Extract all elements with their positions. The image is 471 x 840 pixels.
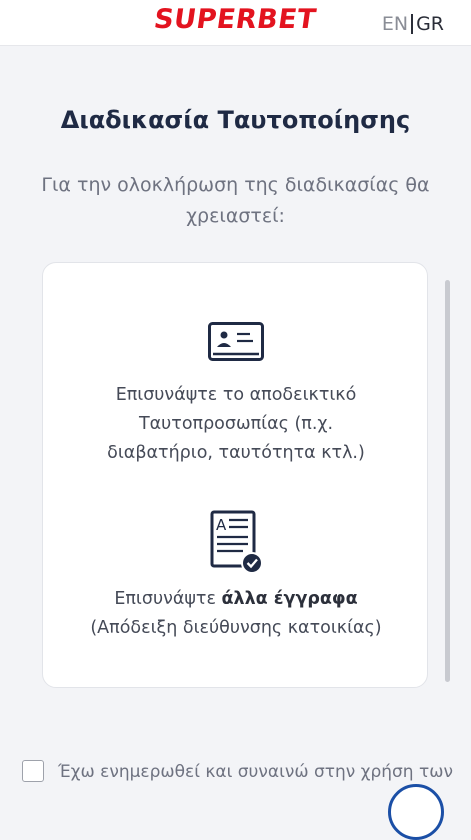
scrollbar[interactable] <box>445 280 450 682</box>
requirements-card: Επισυνάψτε το αποδεικτικό Ταυτοπροσωπίας… <box>42 262 428 688</box>
lang-gr-option[interactable]: GR <box>416 13 444 35</box>
id-card-icon <box>208 322 264 366</box>
language-switcher: EN GR <box>382 13 444 35</box>
lang-separator <box>411 14 414 34</box>
page-subtitle: Για την ολοκλήρωση της διαδικασίας θα χρ… <box>41 174 430 227</box>
top-bar: SUPERBET EN GR <box>0 0 471 46</box>
document-check-icon: A <box>207 510 265 578</box>
lang-en-option[interactable]: EN <box>382 13 408 35</box>
consent-checkbox[interactable] <box>22 760 44 782</box>
help-chat-button[interactable] <box>388 784 444 840</box>
id-document-description: Επισυνάψτε το αποδεικτικό Ταυτοπροσωπίας… <box>107 385 365 463</box>
svg-text:A: A <box>216 516 227 534</box>
page-title: Διαδικασία Ταυτοποίησης <box>60 106 411 134</box>
other-documents-description: Επισυνάψτε άλλα έγγραφα (Απόδειξη διεύθυ… <box>90 589 382 638</box>
superbet-logo[interactable]: SUPERBET <box>152 4 318 35</box>
consent-text: Έχω ενημερωθεί και συναινώ στην χρήση τω… <box>58 762 453 782</box>
